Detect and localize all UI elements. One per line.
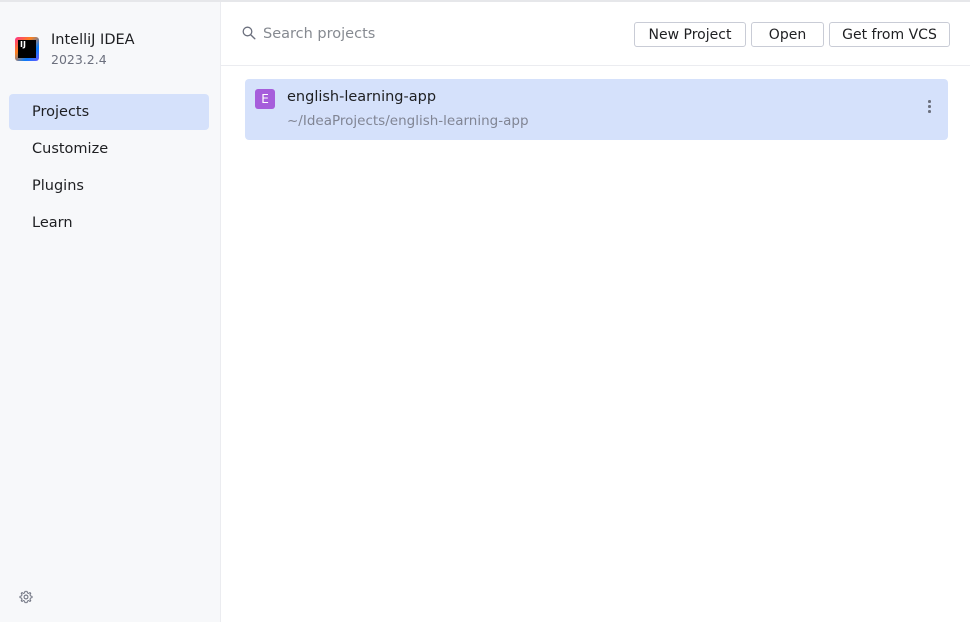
new-project-button[interactable]: New Project — [634, 22, 746, 47]
sidebar-nav: Projects Customize Plugins Learn — [9, 94, 209, 242]
sidebar: IJ IntelliJ IDEA 2023.2.4 Projects Custo… — [0, 2, 221, 622]
top-bar: New Project Open Get from VCS — [221, 2, 970, 66]
sidebar-item-customize[interactable]: Customize — [9, 131, 209, 167]
project-row[interactable]: E english-learning-app ~/IdeaProjects/en… — [245, 79, 948, 140]
brand-text: IntelliJ IDEA 2023.2.4 — [51, 30, 135, 69]
sidebar-item-plugins[interactable]: Plugins — [9, 168, 209, 204]
search-input[interactable] — [263, 20, 563, 48]
gear-icon[interactable] — [19, 590, 33, 604]
project-name: english-learning-app — [287, 89, 437, 105]
sidebar-item-learn[interactable]: Learn — [9, 205, 209, 241]
logo-text: IJ — [18, 40, 36, 58]
project-badge: E — [255, 89, 275, 109]
more-options-icon[interactable] — [926, 100, 932, 116]
brand: IJ IntelliJ IDEA 2023.2.4 — [15, 30, 135, 69]
main-panel: New Project Open Get from VCS E english-… — [221, 2, 970, 622]
intellij-logo-icon: IJ — [15, 37, 39, 61]
project-path: ~/IdeaProjects/english-learning-app — [287, 113, 529, 129]
search-icon — [242, 26, 256, 40]
open-button[interactable]: Open — [751, 22, 824, 47]
sidebar-item-projects[interactable]: Projects — [9, 94, 209, 130]
app-name: IntelliJ IDEA — [51, 32, 135, 48]
welcome-window: IJ IntelliJ IDEA 2023.2.4 Projects Custo… — [0, 0, 970, 622]
app-version: 2023.2.4 — [51, 52, 107, 67]
get-from-vcs-button[interactable]: Get from VCS — [829, 22, 950, 47]
